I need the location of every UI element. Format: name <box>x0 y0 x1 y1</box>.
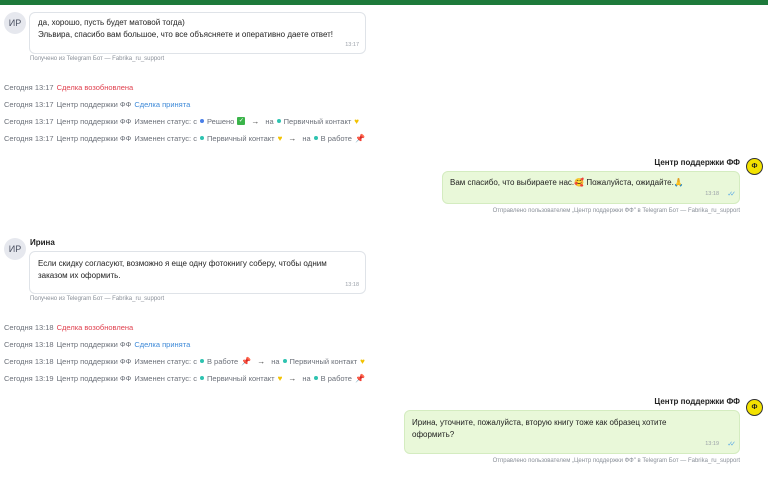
message-time: 13:18 <box>345 282 359 288</box>
status-to: Первичный контакт <box>289 356 358 366</box>
event-time: Сегодня 13:17 <box>4 99 54 109</box>
message-line: заказом их оформить. <box>38 271 121 280</box>
read-checks-icon: ✓✓ <box>727 441 736 448</box>
event-time: Сегодня 13:17 <box>4 116 54 126</box>
arrow-right-icon: → <box>288 133 297 143</box>
message-time: 13:18 <box>705 191 719 197</box>
outgoing-message: Вам спасибо, что выбираете нас.🥰 Пожалуй… <box>442 171 740 204</box>
event-author[interactable]: Центр поддержки ФФ <box>57 100 132 109</box>
message-source: Отправлено пользователем „Центр поддержк… <box>492 208 740 214</box>
avatar-initials: ИР <box>8 18 22 28</box>
event-author[interactable]: Центр поддержки ФФ <box>57 340 132 349</box>
event-status-change: Изменен статус: с <box>134 356 197 366</box>
message-line: Если скидку согласуют, возможно я еще од… <box>38 259 327 268</box>
yellow-heart-icon: ♥ <box>277 133 283 143</box>
bot-logo-icon[interactable]: Ф <box>746 399 763 416</box>
avatar-initials: ИР <box>8 244 22 254</box>
status-to-word: на <box>302 373 311 383</box>
status-dot-icon <box>199 359 204 363</box>
status-dot-icon <box>276 119 281 123</box>
event-time: Сегодня 13:18 <box>4 356 54 366</box>
praying-hands-icon: 🙏 <box>673 178 684 187</box>
incoming-message: Если скидку согласуют, возможно я еще од… <box>29 251 366 294</box>
message-line: оформить? <box>412 430 455 439</box>
event-time: Сегодня 13:17 <box>4 82 54 92</box>
status-to: В работе <box>320 133 352 143</box>
timeline-event: Сегодня 13:18 Центр поддержки ФФ Сделка … <box>4 339 190 349</box>
pushpin-icon: 📌 <box>354 373 365 383</box>
yellow-heart-icon: ♥ <box>354 116 360 126</box>
timeline-event: Сегодня 13:18 Центр поддержки ФФ Изменен… <box>4 356 365 366</box>
event-deal-accepted[interactable]: Сделка принята <box>134 340 190 349</box>
timeline-event: Сегодня 13:19 Центр поддержки ФФ Изменен… <box>4 373 365 383</box>
message-line: Эльвира, спасибо вам большое, что все об… <box>38 30 334 39</box>
smiling-face-hearts-icon: 🥰 <box>574 178 585 187</box>
event-deal-accepted[interactable]: Сделка принята <box>134 100 190 109</box>
pushpin-icon: 📌 <box>354 133 365 143</box>
avatar[interactable]: ИР <box>4 238 26 260</box>
event-status-change: Изменен статус: с <box>134 133 197 143</box>
message-line: Ирина, уточните, пожалуйста, вторую книг… <box>412 418 667 427</box>
bot-logo-icon[interactable]: Ф <box>746 158 763 175</box>
check-mark-icon: ✓ <box>237 117 246 125</box>
status-from: Первичный контакт <box>206 373 275 383</box>
message-author: Центр поддержки ФФ <box>654 397 740 406</box>
event-author[interactable]: Центр поддержки ФФ <box>57 134 132 143</box>
message-time: 13:19 <box>705 441 719 447</box>
arrow-right-icon: → <box>251 116 260 126</box>
arrow-right-icon: → <box>257 356 266 366</box>
message-time: 13:17 <box>345 42 359 48</box>
status-from: Первичный контакт <box>206 133 275 143</box>
message-source: Получено из Telegram Бот — Fabrika_ru_su… <box>30 56 165 62</box>
avatar[interactable]: ИР <box>4 12 26 34</box>
status-from: В работе <box>206 356 239 366</box>
yellow-heart-icon: ♥ <box>277 373 283 383</box>
message-source: Отправлено пользователем „Центр поддержк… <box>492 458 740 464</box>
event-time: Сегодня 13:17 <box>4 133 54 143</box>
event-status-change: Изменен статус: с <box>134 373 197 383</box>
event-time: Сегодня 13:18 <box>4 322 54 332</box>
top-accent-bar <box>0 0 768 5</box>
status-to-word: на <box>302 133 311 143</box>
status-dot-icon <box>199 376 204 380</box>
timeline-event: Сегодня 13:17 Сделка возобновлена <box>4 82 133 92</box>
event-deal-reopened[interactable]: Сделка возобновлена <box>57 83 134 92</box>
status-dot-icon <box>313 136 318 140</box>
yellow-heart-icon: ♥ <box>360 356 365 366</box>
event-status-change: Изменен статус: с <box>134 116 197 126</box>
status-to: Первичный контакт <box>283 116 352 126</box>
arrow-right-icon: → <box>288 373 297 383</box>
message-text: Вам спасибо, что выбираете нас. <box>450 178 575 187</box>
message-author: Ирина <box>30 238 55 247</box>
event-author[interactable]: Центр поддержки ФФ <box>57 357 132 366</box>
read-checks-icon: ✓✓ <box>727 191 736 198</box>
event-time: Сегодня 13:19 <box>4 373 54 383</box>
pushpin-icon: 📌 <box>241 356 252 366</box>
event-time: Сегодня 13:18 <box>4 339 54 349</box>
status-dot-icon <box>313 376 318 380</box>
incoming-message: да, хорошо, пусть будет матовой тогда) Э… <box>29 12 366 54</box>
status-to-word: на <box>265 116 274 126</box>
outgoing-message: Ирина, уточните, пожалуйста, вторую книг… <box>404 410 740 454</box>
message-source: Получено из Telegram Бот — Fabrika_ru_su… <box>30 296 165 302</box>
event-author[interactable]: Центр поддержки ФФ <box>57 374 132 383</box>
status-to: В работе <box>320 373 352 383</box>
status-dot-icon <box>199 136 204 140</box>
status-to-word: на <box>271 356 280 366</box>
timeline-event: Сегодня 13:17 Центр поддержки ФФ Изменен… <box>4 116 359 126</box>
timeline-event: Сегодня 13:18 Сделка возобновлена <box>4 322 133 332</box>
message-line: да, хорошо, пусть будет матовой тогда) <box>38 18 185 27</box>
message-author: Центр поддержки ФФ <box>654 158 740 167</box>
status-dot-icon <box>282 359 287 363</box>
event-deal-reopened[interactable]: Сделка возобновлена <box>57 323 134 332</box>
event-author[interactable]: Центр поддержки ФФ <box>57 117 132 126</box>
message-text: Пожалуйста, ожидайте. <box>584 178 674 187</box>
timeline-event: Сегодня 13:17 Центр поддержки ФФ Изменен… <box>4 133 365 143</box>
timeline-event: Сегодня 13:17 Центр поддержки ФФ Сделка … <box>4 99 190 109</box>
status-from: Решено <box>206 116 235 126</box>
status-dot-icon <box>199 119 204 123</box>
